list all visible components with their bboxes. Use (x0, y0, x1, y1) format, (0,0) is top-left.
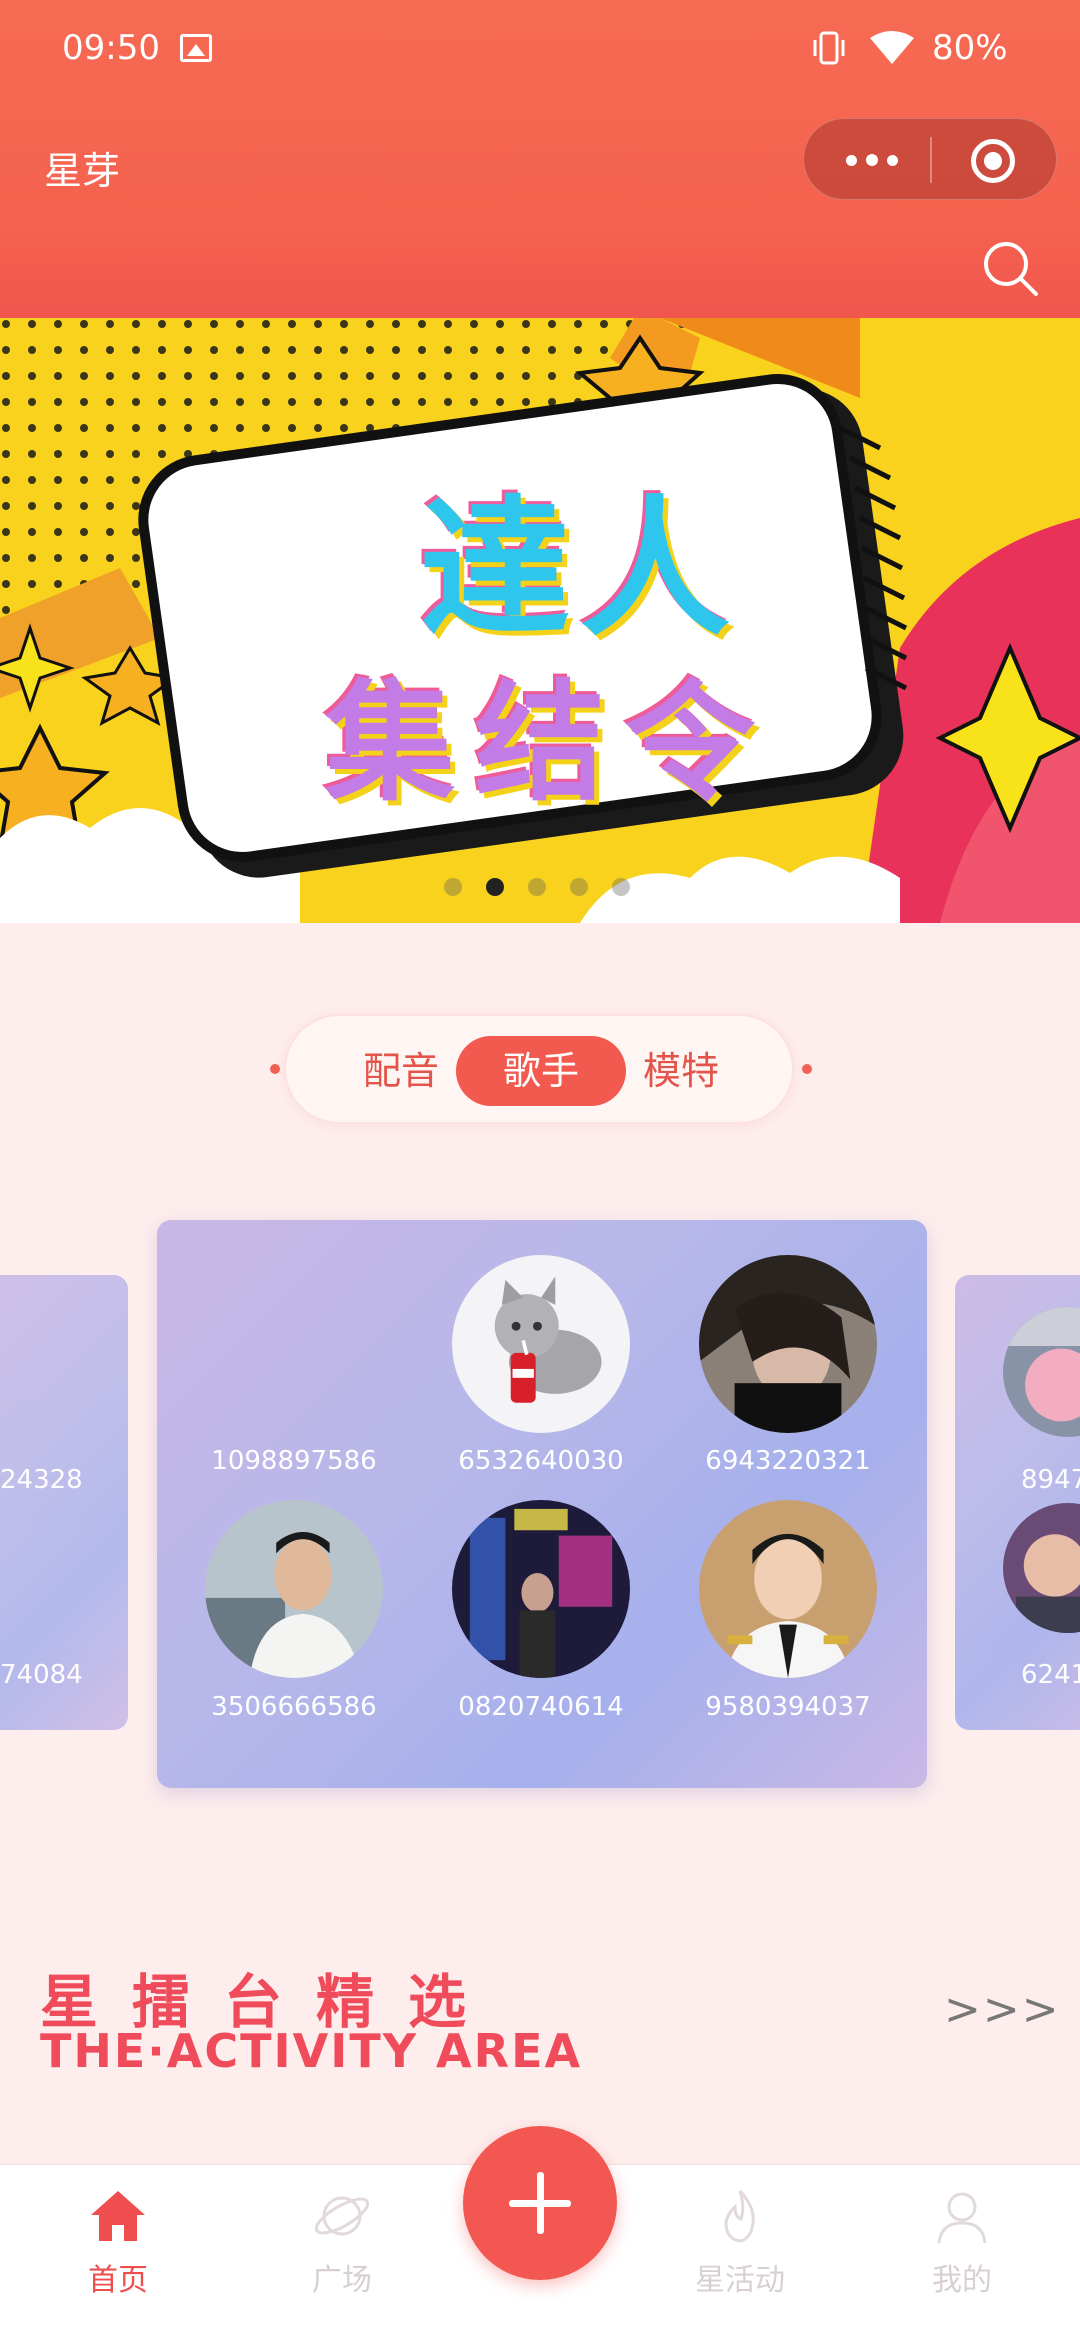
performer-card-next[interactable]: 8947 6241 (955, 1275, 1080, 1730)
nav-activity[interactable]: 星活动 (670, 2185, 810, 2299)
person-icon[interactable] (205, 1500, 383, 1678)
performer-card: 1098897586 6532640030 6943220321 3506666… (157, 1220, 927, 1788)
pagination-dot[interactable] (528, 878, 546, 896)
mini-program-capsule (803, 118, 1057, 200)
vibrate-icon (813, 31, 845, 65)
nav-home[interactable]: 首页 (48, 2185, 188, 2299)
pagination-dot[interactable] (444, 878, 462, 896)
performer-id: 8947 (1021, 1465, 1080, 1495)
performer-id[interactable]: 1098897586 (194, 1446, 394, 1476)
tab-model[interactable]: 模特 (596, 1036, 766, 1106)
decor-dot-left (270, 1064, 280, 1074)
person-icon[interactable] (699, 1500, 877, 1678)
capsule-divider (930, 137, 932, 183)
banner-subheadline: 集结令 (324, 667, 775, 819)
nav-profile-label: 我的 (932, 2263, 992, 2298)
home-icon (91, 2191, 145, 2241)
performer-id[interactable]: 0820740614 (441, 1692, 641, 1722)
search-icon[interactable] (978, 236, 1042, 300)
status-time: 09:50 (62, 28, 160, 68)
promo-banner[interactable]: 達人 集结令 (0, 318, 1080, 923)
section-subtitle: THE·ACTIVITY AREA (40, 2024, 583, 2078)
performer-id[interactable]: 3506666586 (194, 1692, 394, 1722)
nav-profile[interactable]: 我的 (892, 2185, 1032, 2299)
header: 09:50 80% 星芽 (0, 0, 1080, 318)
image-notification-icon (180, 34, 212, 62)
planet-icon (314, 2196, 370, 2236)
nav-plaza-label: 广场 (312, 2263, 372, 2298)
banner-headline: 達人 (419, 483, 740, 657)
nav-plaza[interactable]: 广场 (272, 2185, 412, 2299)
decor-dot-right (802, 1064, 812, 1074)
performer-id[interactable]: 6532640030 (441, 1446, 641, 1476)
nav-activity-label: 星活动 (695, 2263, 785, 2298)
banner-pagination (444, 878, 644, 898)
pagination-dot-active[interactable] (486, 878, 504, 896)
cat-icon[interactable] (452, 1255, 630, 1433)
performer-avatar[interactable] (1003, 1503, 1080, 1633)
status-bar: 09:50 80% (0, 0, 1080, 100)
app-title: 星芽 (44, 149, 121, 193)
more-options-button[interactable] (842, 143, 902, 177)
performer-id: 6241 (1021, 1660, 1080, 1690)
performer-id: 24328 (0, 1465, 83, 1495)
pagination-dot[interactable] (570, 878, 588, 896)
nav-home-label: 首页 (88, 2263, 148, 2298)
wifi-icon (870, 31, 914, 64)
performer-card-prev[interactable]: 24328 74084 (0, 1275, 128, 1730)
battery-level: 80% (932, 28, 1008, 68)
more-link[interactable]: >>> (944, 1984, 1061, 2035)
pagination-dot[interactable] (612, 878, 630, 896)
category-tabs: 配音 歌手 模特 (284, 1014, 794, 1124)
performer-avatar[interactable] (1003, 1307, 1080, 1437)
add-button[interactable] (463, 2126, 617, 2280)
performer-id: 74084 (0, 1660, 83, 1690)
performer-id[interactable]: 9580394037 (688, 1692, 888, 1722)
performer-id[interactable]: 6943220321 (688, 1446, 888, 1476)
close-mini-program-button[interactable] (971, 139, 1015, 183)
person-icon[interactable] (452, 1500, 630, 1678)
user-icon (937, 2192, 987, 2244)
person-icon[interactable] (699, 1255, 877, 1433)
flame-icon (724, 2189, 755, 2243)
